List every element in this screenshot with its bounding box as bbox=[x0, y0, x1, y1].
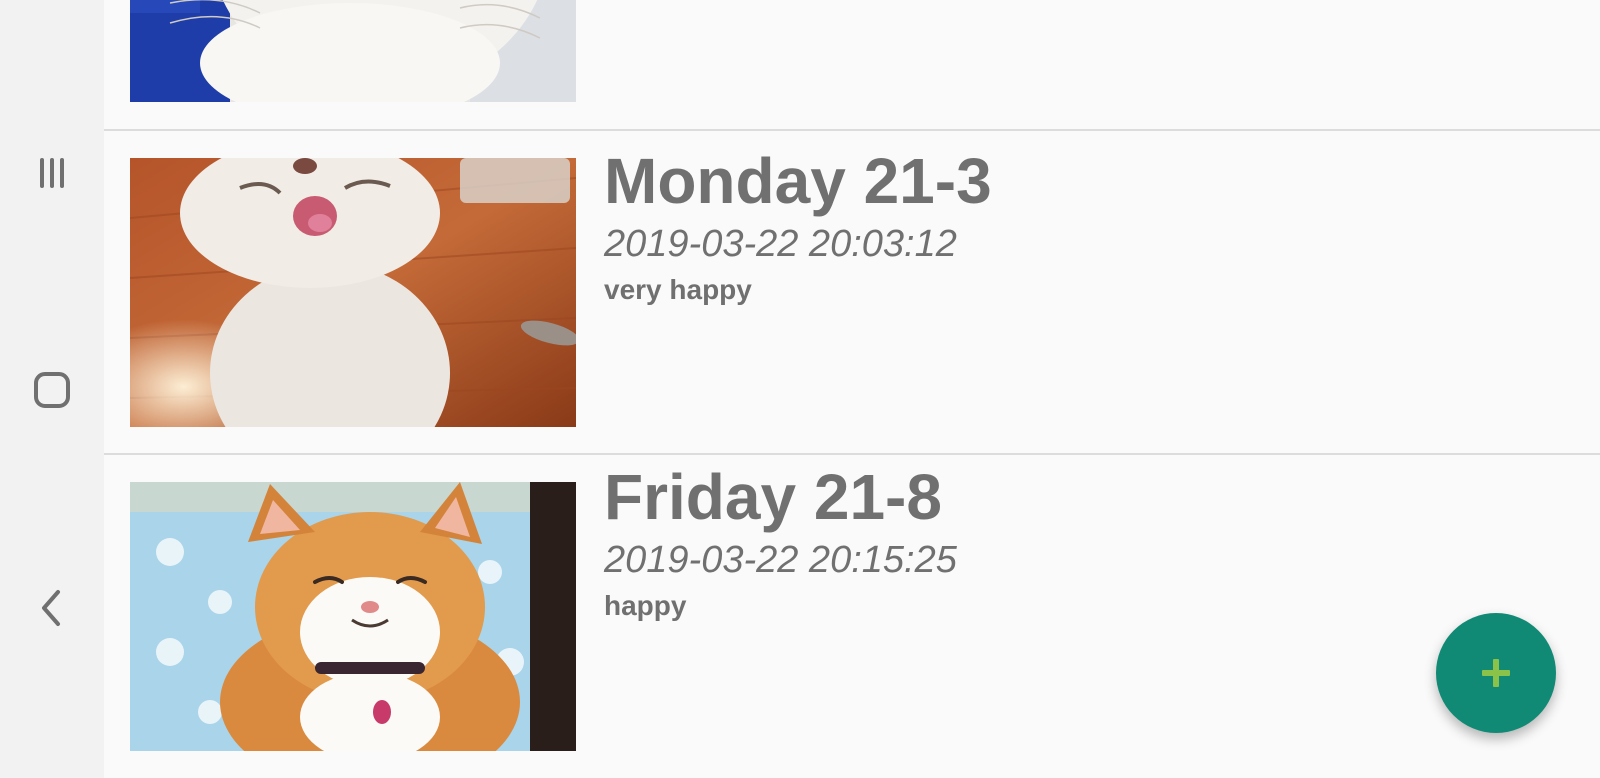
smiling-orange-cat-photo bbox=[130, 482, 576, 751]
entry-mood: happy bbox=[604, 590, 687, 621]
recents-button[interactable] bbox=[28, 149, 76, 197]
back-button[interactable] bbox=[28, 584, 76, 632]
plus-icon bbox=[1482, 659, 1510, 687]
back-icon bbox=[42, 590, 60, 626]
recents-icon bbox=[40, 158, 64, 188]
entry-thumbnail bbox=[130, 158, 576, 427]
home-icon bbox=[34, 372, 70, 408]
home-button[interactable] bbox=[28, 366, 76, 414]
journal-list[interactable]: Monday 21-3 2019-03-22 20:03:12 very hap… bbox=[104, 0, 1600, 778]
entry-title: Monday 21-3 bbox=[604, 145, 992, 217]
entry-timestamp: 2019-03-22 20:15:25 bbox=[604, 539, 957, 581]
entry-mood: very happy bbox=[604, 274, 752, 305]
list-item[interactable]: Monday 21-3 2019-03-22 20:03:12 very hap… bbox=[104, 131, 1600, 453]
add-entry-button[interactable] bbox=[1436, 613, 1556, 733]
smiling-white-cat-photo bbox=[130, 158, 576, 427]
entry-timestamp: 2019-03-22 20:03:12 bbox=[604, 223, 957, 265]
white-cat-photo bbox=[130, 0, 576, 102]
entry-thumbnail bbox=[130, 482, 576, 751]
list-item[interactable] bbox=[104, 0, 1600, 130]
entry-thumbnail bbox=[130, 0, 576, 102]
list-item[interactable]: Friday 21-8 2019-03-22 20:15:25 happy bbox=[104, 455, 1600, 778]
navigation-bar bbox=[0, 0, 104, 778]
entry-title: Friday 21-8 bbox=[604, 461, 942, 533]
